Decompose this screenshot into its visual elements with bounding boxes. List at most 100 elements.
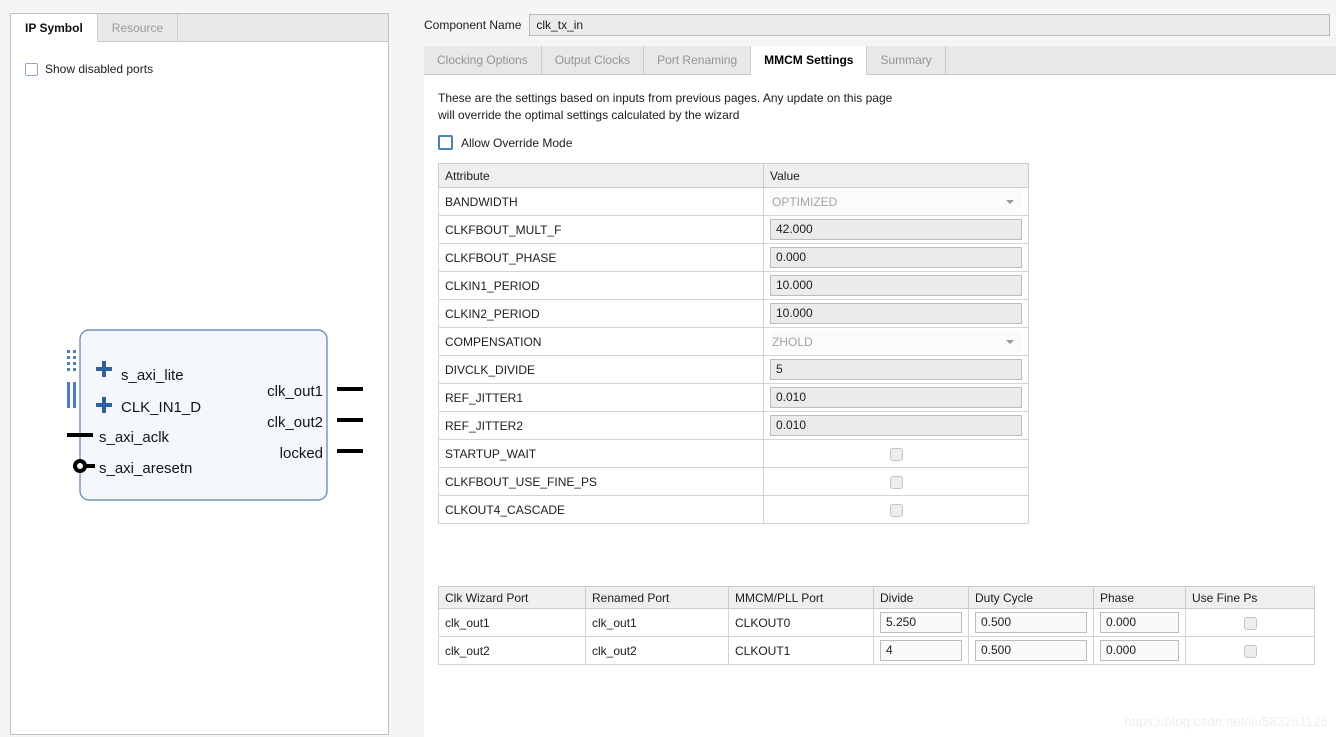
clock-output-table: Clk Wizard Port Renamed Port MMCM/PLL Po… [438, 586, 1315, 665]
table-row: REF_JITTER1 0.010 [438, 383, 1029, 412]
configuration-panel: Component Name clk_tx_in Clocking Option… [424, 0, 1336, 737]
attribute-value-cell[interactable]: 10.000 [763, 299, 1029, 328]
divide-input[interactable]: 5.250 [880, 612, 962, 633]
table-row: CLKIN1_PERIOD 10.000 [438, 271, 1029, 300]
attribute-value-cell[interactable] [763, 495, 1029, 524]
tab-port-renaming-label: Port Renaming [657, 53, 738, 67]
clk-wizard-port: clk_out2 [438, 636, 586, 665]
ref-jitter2-input[interactable]: 0.010 [770, 415, 1022, 436]
attribute-value-cell[interactable]: 10.000 [763, 271, 1029, 300]
port-label-s-axi-aclk: s_axi_aclk [99, 429, 170, 446]
attribute-value-cell[interactable]: OPTIMIZED [763, 187, 1029, 216]
duty-cycle-input[interactable]: 0.500 [975, 612, 1087, 633]
divide-cell[interactable]: 5.250 [873, 608, 969, 637]
tab-port-renaming[interactable]: Port Renaming [644, 46, 752, 74]
page-description: These are the settings based on inputs f… [438, 90, 1038, 124]
clkin2-period-input[interactable]: 10.000 [770, 303, 1022, 324]
page-description-line1: These are the settings based on inputs f… [438, 91, 893, 105]
ref-jitter1-input[interactable]: 0.010 [770, 387, 1022, 408]
column-header-phase: Phase [1093, 586, 1186, 609]
attribute-value-cell[interactable]: 0.010 [763, 383, 1029, 412]
phase-cell[interactable]: 0.000 [1093, 636, 1186, 665]
mmcm-pll-port: CLKOUT0 [728, 608, 874, 637]
column-header-use-fine-ps: Use Fine Ps [1185, 586, 1315, 609]
watermark: https://blog.csdn.net/liu583261126 [1124, 714, 1328, 729]
phase-input[interactable]: 0.000 [1100, 612, 1179, 633]
application-window: IP Symbol Resource Show disabled ports s… [0, 0, 1336, 737]
startup-wait-checkbox[interactable] [889, 447, 903, 461]
page-description-line2: will override the optimal settings calcu… [438, 108, 740, 122]
allow-override-row[interactable]: Allow Override Mode [438, 135, 572, 150]
pin-icon-clk-out1 [337, 387, 363, 391]
column-header-value: Value [763, 163, 1029, 188]
chevron-down-icon [1006, 199, 1014, 204]
clkfbout-phase-input[interactable]: 0.000 [770, 247, 1022, 268]
use-fine-ps-checkbox[interactable] [1243, 616, 1257, 630]
port-label-clk-in1-d: CLK_IN1_D [121, 399, 201, 416]
duty-cycle-input[interactable]: 0.500 [975, 640, 1087, 661]
use-fine-ps-checkbox[interactable] [1243, 644, 1257, 658]
port-label-locked: locked [280, 445, 323, 462]
attribute-name: COMPENSATION [438, 327, 764, 356]
chevron-down-icon [1006, 339, 1014, 344]
tab-output-clocks[interactable]: Output Clocks [541, 46, 645, 74]
use-fine-ps-cell[interactable] [1185, 636, 1315, 665]
phase-cell[interactable]: 0.000 [1093, 608, 1186, 637]
bus-connector-icon-clk-in1-d [67, 382, 76, 408]
attribute-value-cell[interactable]: 42.000 [763, 215, 1029, 244]
clkin1-period-input[interactable]: 10.000 [770, 275, 1022, 296]
attribute-value-cell[interactable]: 5 [763, 355, 1029, 384]
renamed-port: clk_out1 [585, 608, 729, 637]
compensation-combobox[interactable]: ZHOLD [770, 330, 1022, 353]
table-row: CLKFBOUT_PHASE 0.000 [438, 243, 1029, 272]
duty-cycle-cell[interactable]: 0.500 [968, 636, 1094, 665]
attribute-value-cell[interactable]: 0.000 [763, 243, 1029, 272]
divclk-divide-input[interactable]: 5 [770, 359, 1022, 380]
compensation-value: ZHOLD [772, 334, 813, 349]
tab-mmcm-settings-label: MMCM Settings [764, 53, 854, 67]
renamed-port: clk_out2 [585, 636, 729, 665]
tab-bar: Clocking Options Output Clocks Port Rena… [424, 46, 1336, 75]
table-row: COMPENSATION ZHOLD [438, 327, 1029, 356]
clkfbout-use-fine-ps-checkbox[interactable] [889, 475, 903, 489]
tab-clocking-options[interactable]: Clocking Options [424, 46, 542, 74]
attribute-value-cell[interactable]: 0.010 [763, 411, 1029, 440]
duty-cycle-cell[interactable]: 0.500 [968, 608, 1094, 637]
component-name-input[interactable]: clk_tx_in [529, 14, 1330, 36]
column-header-mmcm-pll-port: MMCM/PLL Port [728, 586, 874, 609]
table-row: CLKIN2_PERIOD 10.000 [438, 299, 1029, 328]
use-fine-ps-cell[interactable] [1185, 608, 1315, 637]
table-row: CLKOUT4_CASCADE [438, 495, 1029, 524]
tab-mmcm-settings[interactable]: MMCM Settings [751, 46, 868, 75]
clkfbout-mult-f-input[interactable]: 42.000 [770, 219, 1022, 240]
attribute-name: REF_JITTER2 [438, 411, 764, 440]
table-row: BANDWIDTH OPTIMIZED [438, 187, 1029, 216]
tab-filler [945, 46, 1336, 74]
column-header-clk-wizard-port: Clk Wizard Port [438, 586, 586, 609]
allow-override-label: Allow Override Mode [461, 135, 573, 150]
table-row: clk_out1 clk_out1 CLKOUT0 5.250 0.500 0.… [438, 608, 1315, 637]
port-label-clk-out2: clk_out2 [267, 414, 323, 431]
attribute-name: REF_JITTER1 [438, 383, 764, 412]
column-header-renamed-port: Renamed Port [585, 586, 729, 609]
phase-input[interactable]: 0.000 [1100, 640, 1179, 661]
pin-icon-clk-out2 [337, 418, 363, 422]
divide-cell[interactable]: 4 [873, 636, 969, 665]
component-name-row: Component Name clk_tx_in [424, 14, 1330, 36]
table-row: CLKFBOUT_MULT_F 42.000 [438, 215, 1029, 244]
ip-block-symbol: s_axi_lite CLK_IN1_D s_axi_aclk s_axi_ar… [67, 329, 363, 501]
allow-override-checkbox[interactable] [438, 135, 453, 150]
bandwidth-combobox[interactable]: OPTIMIZED [770, 190, 1022, 213]
clkout4-cascade-checkbox[interactable] [889, 503, 903, 517]
tab-output-clocks-label: Output Clocks [554, 53, 631, 67]
attribute-value-cell[interactable] [763, 467, 1029, 496]
divide-input[interactable]: 4 [880, 640, 962, 661]
tab-summary[interactable]: Summary [867, 46, 946, 74]
table-row: DIVCLK_DIVIDE 5 [438, 355, 1029, 384]
table-row: CLKFBOUT_USE_FINE_PS [438, 467, 1029, 496]
mmcm-settings-page: These are the settings based on inputs f… [424, 75, 1336, 737]
attribute-value-cell[interactable] [763, 439, 1029, 468]
port-label-s-axi-aresetn: s_axi_aresetn [99, 460, 192, 477]
attribute-value-cell[interactable]: ZHOLD [763, 327, 1029, 356]
port-label-s-axi-lite: s_axi_lite [121, 367, 184, 384]
